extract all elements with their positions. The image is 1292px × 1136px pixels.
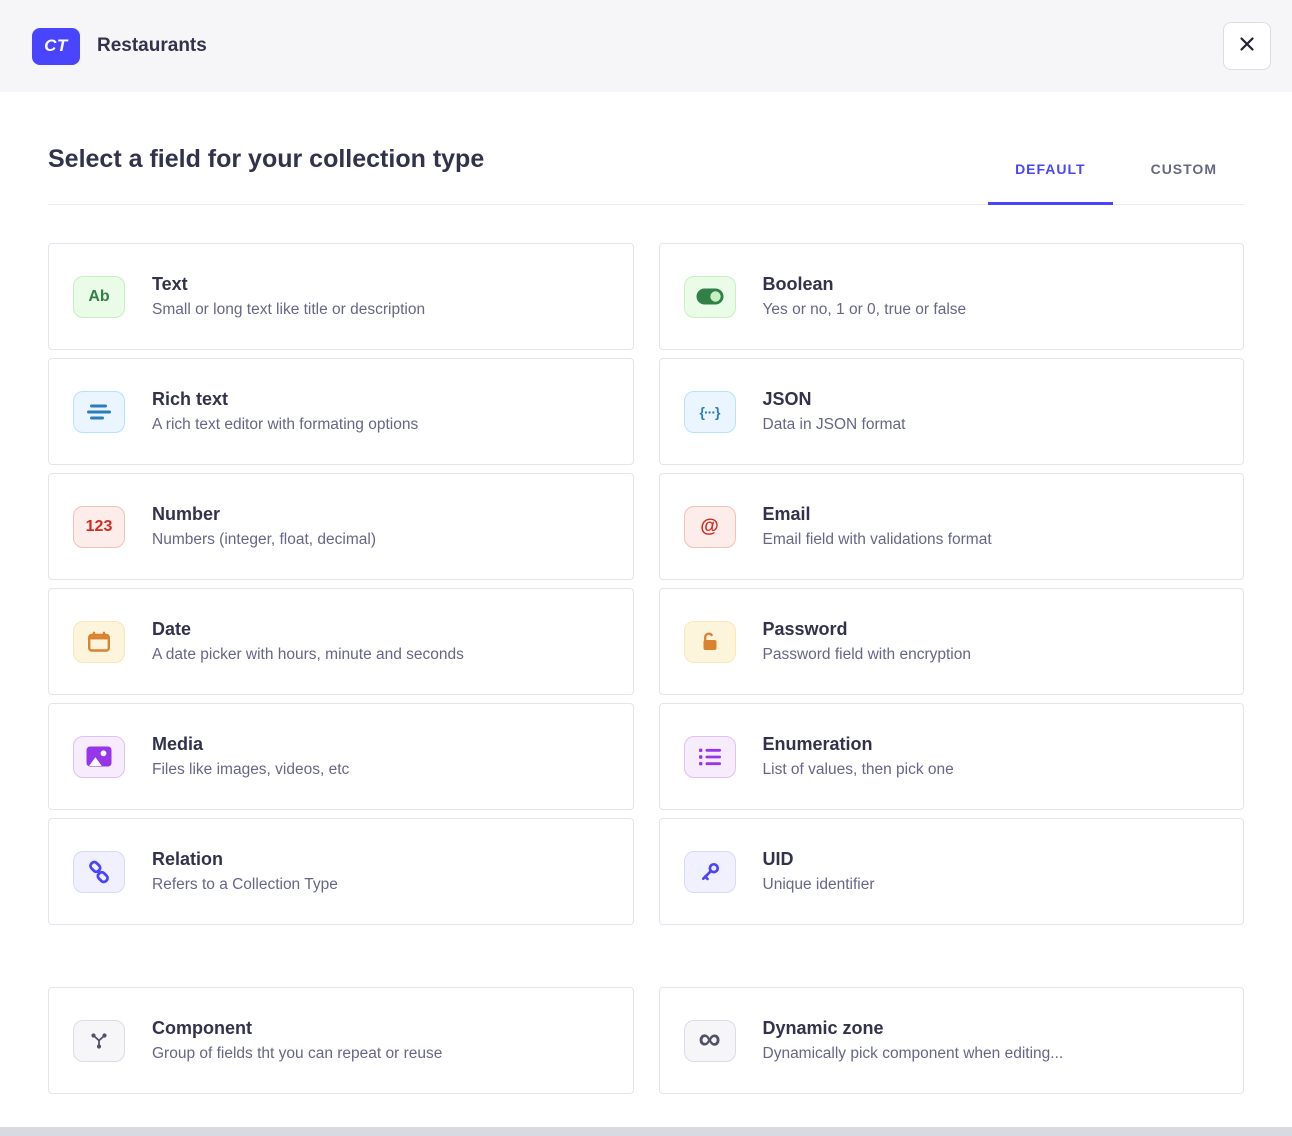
field-card-subtitle: List of values, then pick one [763,761,954,779]
advanced-cards-grid: Component Group of fields tht you can re… [48,987,1244,1094]
modal-header: CT Restaurants [0,0,1292,92]
field-card-dynamic-zone[interactable]: ∞ Dynamic zone Dynamically pick componen… [659,987,1245,1094]
field-card-subtitle: A date picker with hours, minute and sec… [152,646,464,664]
field-card-title: Number [152,504,376,525]
field-card-subtitle: Email field with validations format [763,531,992,549]
infinity-glyph: ∞ [698,1023,720,1054]
rich-text-lines-icon [73,391,125,433]
json-braces-icon: {···} [684,391,736,433]
field-card-number[interactable]: 123 Number Numbers (integer, float, deci… [48,473,634,580]
close-button[interactable] [1223,22,1271,70]
x-icon [1239,36,1255,57]
field-card-subtitle: Yes or no, 1 or 0, true or false [763,301,967,319]
field-card-title: Boolean [763,274,967,295]
field-card-subtitle: Password field with encryption [763,646,972,664]
field-card-title: Rich text [152,389,418,410]
field-card-text[interactable]: Ab Text Small or long text like title or… [48,243,634,350]
field-card-title: Media [152,734,349,755]
field-card-title: Text [152,274,425,295]
field-card-subtitle: Refers to a Collection Type [152,876,338,894]
key-icon [684,851,736,893]
calendar-icon [73,621,125,663]
tab-default[interactable]: DEFAULT [988,161,1113,204]
field-card-boolean[interactable]: Boolean Yes or no, 1 or 0, true or false [659,243,1245,350]
tab-custom[interactable]: CUSTOM [1124,161,1244,204]
field-card-subtitle: Data in JSON format [763,416,906,434]
field-card-password[interactable]: Password Password field with encryption [659,588,1245,695]
field-cards-grid: Ab Text Small or long text like title or… [48,243,1244,925]
json-braces-label: {···} [700,404,720,420]
field-card-subtitle: Dynamically pick component when editing.… [763,1045,1064,1063]
field-card-component[interactable]: Component Group of fields tht you can re… [48,987,634,1094]
modal-bottom-edge [0,1127,1292,1136]
field-card-title: Dynamic zone [763,1018,1064,1039]
tab-bar: DEFAULT CUSTOM [988,161,1244,204]
field-card-title: Relation [152,849,338,870]
field-card-subtitle: Unique identifier [763,876,875,894]
modal-body: Select a field for your collection type … [0,92,1292,1094]
title-row: Select a field for your collection type … [48,92,1244,205]
email-at-label: @ [700,516,719,538]
number-icon: 123 [73,506,125,548]
email-at-icon: @ [684,506,736,548]
field-card-title: Password [763,619,972,640]
chain-link-icon [73,851,125,893]
field-card-title: Component [152,1018,442,1039]
field-card-subtitle: Files like images, videos, etc [152,761,349,779]
field-card-relation[interactable]: Relation Refers to a Collection Type [48,818,634,925]
text-icon: Ab [73,276,125,318]
field-card-subtitle: Group of fields tht you can repeat or re… [152,1045,442,1063]
page-title: Select a field for your collection type [48,145,484,204]
field-card-subtitle: Small or long text like title or descrip… [152,301,425,319]
field-card-email[interactable]: @ Email Email field with validations for… [659,473,1245,580]
field-card-uid[interactable]: UID Unique identifier [659,818,1245,925]
media-picture-icon [73,736,125,778]
number-icon-label: 123 [86,518,113,536]
boolean-toggle-icon [684,276,736,318]
modal-title: Restaurants [97,35,1223,57]
field-card-subtitle: Numbers (integer, float, decimal) [152,531,376,549]
field-card-json[interactable]: {···} JSON Data in JSON format [659,358,1245,465]
field-card-date[interactable]: Date A date picker with hours, minute an… [48,588,634,695]
field-card-media[interactable]: Media Files like images, videos, etc [48,703,634,810]
field-card-title: Date [152,619,464,640]
collection-type-badge: CT [32,28,80,65]
field-card-title: Email [763,504,992,525]
field-card-enumeration[interactable]: Enumeration List of values, then pick on… [659,703,1245,810]
field-card-title: Enumeration [763,734,954,755]
field-card-title: JSON [763,389,906,410]
component-branch-icon [73,1020,125,1062]
field-card-subtitle: A rich text editor with formating option… [152,416,418,434]
infinity-icon: ∞ [684,1020,736,1062]
bullet-list-icon [684,736,736,778]
field-card-title: UID [763,849,875,870]
field-card-rich-text[interactable]: Rich text A rich text editor with format… [48,358,634,465]
text-icon-label: Ab [88,288,109,306]
lock-icon [684,621,736,663]
collection-type-badge-label: CT [44,36,68,56]
